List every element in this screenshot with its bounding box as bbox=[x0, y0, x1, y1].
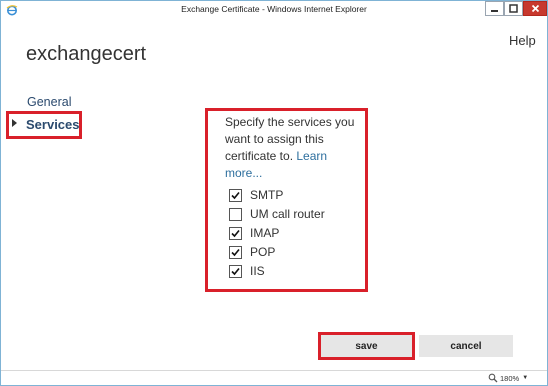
description-text: Specify the services you want to assign … bbox=[225, 115, 355, 163]
zoom-magnifier-icon bbox=[488, 373, 498, 383]
checkmark-icon bbox=[231, 191, 240, 199]
checkbox-row-imap[interactable]: IMAP bbox=[229, 225, 279, 241]
zoom-control[interactable]: 180% ▼ bbox=[488, 372, 528, 384]
checkbox-label: IMAP bbox=[250, 226, 280, 240]
help-link[interactable]: Help bbox=[509, 33, 536, 48]
checkmark-icon bbox=[231, 267, 240, 275]
imap-checkbox[interactable] bbox=[229, 226, 242, 240]
smtp-checkbox[interactable] bbox=[229, 188, 242, 202]
checkbox-label: SMTP bbox=[250, 188, 284, 202]
checkbox-row-pop[interactable]: POP bbox=[229, 244, 275, 260]
iis-checkbox[interactable] bbox=[229, 264, 242, 278]
nav-item-general[interactable]: General bbox=[27, 95, 71, 109]
maximize-button[interactable] bbox=[504, 1, 523, 16]
window-title: Exchange Certificate - Windows Internet … bbox=[181, 4, 367, 14]
close-button[interactable] bbox=[523, 1, 547, 16]
services-description: Specify the services you want to assign … bbox=[225, 114, 363, 182]
close-icon bbox=[531, 4, 539, 13]
checkbox-label: UM call router bbox=[250, 207, 325, 221]
minimize-button[interactable] bbox=[485, 1, 504, 16]
title-bar: Exchange Certificate - Windows Internet … bbox=[1, 1, 547, 19]
checkbox-label: IIS bbox=[250, 264, 265, 278]
zoom-dropdown-icon: ▼ bbox=[522, 375, 529, 381]
pop-checkbox[interactable] bbox=[229, 245, 242, 259]
checkbox-row-smtp[interactable]: SMTP bbox=[229, 187, 283, 203]
checkbox-row-um-call-router[interactable]: UM call router bbox=[229, 206, 325, 222]
maximize-icon bbox=[509, 4, 518, 13]
zoom-level: 180% bbox=[500, 373, 520, 383]
nav-item-services[interactable]: Services bbox=[26, 117, 80, 132]
um-call-router-checkbox[interactable] bbox=[229, 207, 242, 221]
checkbox-row-iis[interactable]: IIS bbox=[229, 263, 265, 279]
status-bar: 180% ▼ bbox=[1, 370, 547, 385]
browser-window: Exchange Certificate - Windows Internet … bbox=[0, 0, 548, 386]
selected-arrow-icon bbox=[12, 119, 17, 127]
checkmark-icon bbox=[231, 229, 240, 237]
cancel-button[interactable]: cancel bbox=[419, 335, 513, 357]
minimize-icon bbox=[491, 10, 498, 12]
page-title: exchangecert bbox=[26, 43, 147, 65]
checkmark-icon bbox=[231, 248, 240, 256]
save-button[interactable]: save bbox=[321, 335, 412, 357]
checkbox-label: POP bbox=[250, 245, 276, 259]
